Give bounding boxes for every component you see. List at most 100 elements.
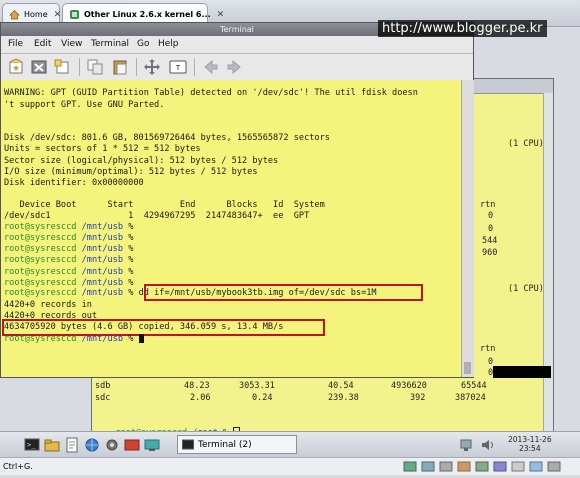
menu-go[interactable]: Go — [137, 39, 149, 49]
command-highlight-box — [144, 284, 423, 301]
prompt-user: root@sysresccd — [4, 278, 77, 288]
prompt-user: root@sysresccd — [4, 334, 77, 344]
close-icon[interactable]: ✕ — [54, 10, 62, 20]
cell: 2.06 — [190, 393, 211, 403]
paste-icon[interactable] — [111, 58, 129, 76]
prompt-symbol: % — [128, 233, 134, 243]
terminal-line: WARNING: GPT (GUID Partition Table) dete… — [4, 88, 418, 98]
svg-text:★: ★ — [12, 64, 20, 74]
svg-text:T: T — [175, 64, 181, 72]
host-status-bar: Ctrl+G. — [0, 457, 580, 475]
prompt-symbol: % — [128, 278, 134, 288]
watermark: http://www.blogger.pe.kr — [378, 20, 547, 37]
menu-bar: File Edit View Terminal Go Help — [1, 36, 473, 54]
prompt-path: /mnt/usb — [81, 222, 124, 232]
desktop-icon[interactable] — [144, 437, 160, 453]
copy-icon[interactable] — [86, 58, 104, 76]
cell: 4936620 — [391, 381, 427, 391]
network-icon[interactable] — [458, 437, 474, 453]
terminal-icon — [182, 439, 194, 459]
prompt-symbol: % — [128, 334, 134, 344]
toolbar-separator — [136, 58, 137, 76]
terminal-screen[interactable]: WARNING: GPT (GUID Partition Table) dete… — [1, 80, 461, 377]
close-icon[interactable]: ✕ — [217, 10, 225, 20]
prompt-user: root@sysresccd — [4, 267, 77, 277]
terminal-line: 4420+0 records in — [4, 300, 92, 310]
prompt-symbol: % — [128, 288, 134, 298]
forward-icon[interactable] — [226, 58, 244, 76]
toolbar-separator — [79, 58, 80, 76]
prompt-path: /mnt/usb — [81, 233, 124, 243]
cell: 0.24 — [252, 393, 273, 403]
shell-prompt: root@sysresccd /mnt/usb % — [4, 267, 133, 278]
shell-prompt: root@sysresccd /mnt/usb % — [4, 255, 133, 266]
prompt-path: /mnt/usb — [81, 278, 124, 288]
fullscreen-icon[interactable] — [143, 58, 161, 76]
menu-view[interactable]: View — [61, 39, 82, 49]
cell: 387024 — [455, 393, 486, 403]
clock[interactable]: 2013-11-26 23:54 — [508, 435, 552, 453]
col-header: rtn — [480, 200, 496, 210]
new-window-icon[interactable] — [53, 58, 71, 76]
back-icon[interactable] — [201, 58, 219, 76]
prompt-user: root@sysresccd — [4, 288, 77, 298]
terminal-line: Device Boot Start End Blocks Id System — [4, 200, 325, 210]
editor-icon[interactable] — [64, 437, 80, 453]
cursor — [138, 334, 144, 343]
status-hint: Ctrl+G. — [3, 462, 33, 471]
taskbar-terminal-button[interactable]: Terminal (2) — [177, 435, 297, 454]
prompt-path: /mnt/usb — [81, 334, 124, 344]
scroll-thumb[interactable] — [464, 362, 471, 374]
prompt-path: /mnt/usb — [81, 244, 124, 254]
value: 0 — [488, 211, 494, 221]
tab-home-label: Home — [24, 10, 48, 19]
cell: 239.38 — [328, 393, 359, 403]
prompt-path: /mnt/usb — [81, 288, 124, 298]
shell-prompt: root@sysresccd /mnt/usb % — [4, 334, 144, 345]
value: 544 — [482, 236, 498, 246]
background-scrollbar[interactable] — [543, 93, 553, 434]
terminal-window[interactable]: Terminal ▬ ▭ ✕ File Edit View Terminal G… — [0, 22, 474, 378]
zoom-icon[interactable]: T — [169, 58, 187, 76]
shell-prompt: root@sysresccd /mnt/usb % — [4, 222, 133, 233]
black-bar — [493, 366, 551, 378]
prompt-user: root@sysresccd — [4, 233, 77, 243]
prompt-user: root@sysresccd — [4, 255, 77, 265]
prompt-user: root@sysresccd — [4, 222, 77, 232]
prompt-symbol: % — [128, 267, 134, 277]
terminal-line: 't support GPT. Use GNU Parted. — [4, 100, 165, 110]
toolbar-separator — [194, 58, 195, 76]
device-name: sdb — [95, 381, 111, 391]
window-title: Terminal — [220, 25, 254, 34]
menu-edit[interactable]: Edit — [34, 39, 51, 49]
terminal-line: Units = sectors of 1 * 512 = 512 bytes — [4, 144, 201, 154]
volume-icon[interactable] — [480, 437, 496, 453]
shell-prompt: root@sysresccd /mnt/usb % — [4, 233, 133, 244]
col-header: rtn — [480, 344, 496, 354]
terminal-line: Sector size (logical/physical): 512 byte… — [4, 156, 279, 166]
prompt-user: root@sysresccd — [4, 244, 77, 254]
settings-icon[interactable] — [104, 437, 120, 453]
menu-terminal[interactable]: Terminal — [91, 39, 129, 49]
terminal-launcher-icon[interactable]: >_ — [24, 437, 40, 453]
home-icon — [9, 9, 20, 20]
cell: 65544 — [461, 381, 487, 391]
app-icon[interactable] — [124, 437, 140, 453]
value: 960 — [482, 248, 498, 258]
value: 0 — [488, 224, 494, 234]
vertical-scrollbar[interactable] — [461, 80, 474, 377]
clock-date: 2013-11-26 — [508, 435, 552, 444]
browser-icon[interactable] — [84, 437, 100, 453]
taskbar-terminal-label: Terminal (2) — [198, 440, 252, 450]
close-tab-icon[interactable] — [30, 58, 48, 76]
prompt-symbol: % — [128, 222, 134, 232]
menu-file[interactable]: File — [8, 39, 23, 49]
menu-help[interactable]: Help — [158, 39, 179, 49]
tab-vm-label: Other Linux 2.6.x kernel 6... — [84, 10, 211, 19]
prompt-symbol: % — [128, 244, 134, 254]
terminal-line: I/O size (minimum/optimal): 512 bytes / … — [4, 167, 258, 177]
file-manager-icon[interactable] — [44, 437, 60, 453]
device-name: sdc — [95, 393, 111, 403]
prompt-symbol: % — [128, 255, 134, 265]
new-tab-icon[interactable]: ★ — [7, 58, 25, 76]
